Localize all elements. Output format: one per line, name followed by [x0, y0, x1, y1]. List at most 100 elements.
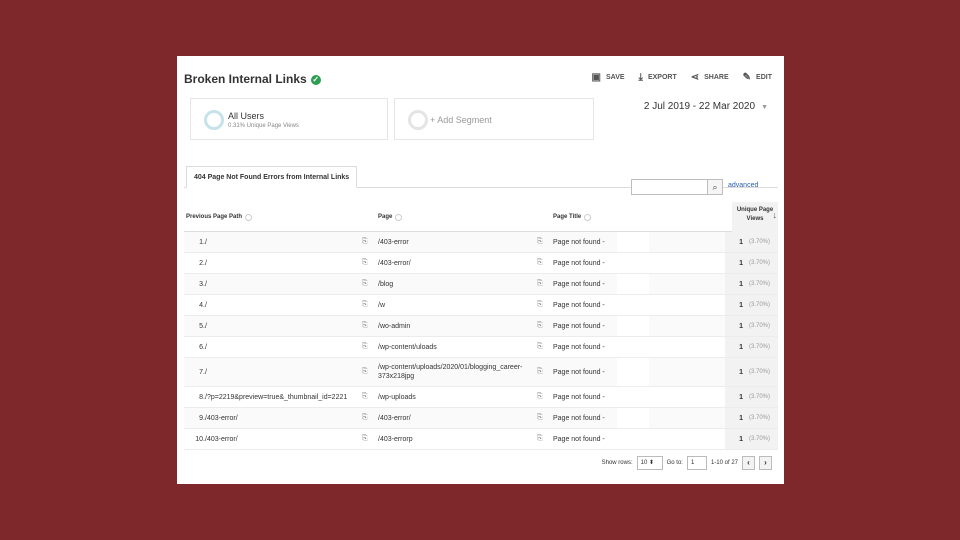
chevron-right-icon: ›	[764, 458, 767, 467]
table-search-input[interactable]	[631, 179, 709, 195]
previous-page-path-link[interactable]: /	[205, 316, 365, 336]
previous-page-path-link[interactable]: /	[205, 274, 365, 294]
previous-page-path-link[interactable]: /	[205, 337, 365, 357]
row-number: 4.	[199, 301, 205, 309]
add-segment-label: + Add Segment	[430, 115, 492, 125]
external-link-icon[interactable]: ⎘	[537, 358, 547, 386]
external-link-icon[interactable]: ⎘	[537, 253, 547, 273]
page-link[interactable]: /wp-content/uploads/2020/01/blogging_car…	[378, 358, 536, 386]
external-link-icon[interactable]: ⎘	[537, 337, 547, 357]
report-title: Broken Internal Links ✓	[184, 72, 321, 86]
external-link-icon[interactable]: ⎘	[362, 295, 372, 315]
external-link-icon[interactable]: ⎘	[362, 253, 372, 273]
external-link-icon[interactable]: ⎘	[362, 337, 372, 357]
external-link-icon[interactable]: ⎘	[362, 232, 372, 252]
add-segment-button[interactable]: + Add Segment	[394, 98, 594, 140]
advanced-filter-link[interactable]: advanced	[728, 182, 758, 189]
next-page-button[interactable]: ›	[759, 456, 772, 470]
views-percent: (3.70%)	[749, 302, 771, 308]
page-link[interactable]: /403-error/	[378, 408, 536, 428]
redacted-block	[617, 358, 649, 386]
page-text: /403-error/	[378, 414, 411, 422]
page-text: /blog	[378, 280, 394, 288]
external-link-icon[interactable]: ⎘	[537, 408, 547, 428]
search-icon[interactable]: ⌕	[707, 179, 723, 195]
page-link[interactable]: /w	[378, 295, 536, 315]
external-link-icon[interactable]: ⎘	[362, 274, 372, 294]
previous-page-path-link[interactable]: /403-error/	[205, 429, 365, 449]
share-icon: ⋖	[690, 72, 700, 83]
views-percent: (3.70%)	[749, 323, 771, 329]
external-link-icon[interactable]: ⎘	[362, 429, 372, 449]
page-link[interactable]: /403-errorp	[378, 429, 536, 449]
goto-input[interactable]: 1	[686, 456, 707, 470]
unique-page-views-cell: 1 (3.70%)	[725, 253, 778, 273]
edit-label: EDIT	[756, 74, 772, 81]
table-row: 6. / ⎘/wp-content/uloads ⎘ Page not found -1…	[184, 337, 778, 358]
col-unique-page-views-label: Unique Page Views	[736, 207, 774, 222]
page-link[interactable]: /wp-content/uloads	[378, 337, 536, 357]
external-link-icon[interactable]: ⎘	[537, 387, 547, 407]
page-link[interactable]: /blog	[378, 274, 536, 294]
table-header: Previous Page Path Page Page Title Uniqu…	[184, 202, 778, 232]
share-label: SHARE	[704, 74, 729, 81]
col-previous-page-path[interactable]: Previous Page Path	[186, 202, 253, 232]
date-range-picker[interactable]: 2 Jul 2019 - 22 Mar 2020 ▼	[644, 101, 768, 112]
prev-page-button[interactable]: ‹	[742, 456, 755, 470]
help-icon[interactable]	[584, 213, 592, 221]
segment-ring-icon	[204, 110, 224, 130]
col-unique-page-views[interactable]: Unique Page Views	[732, 202, 778, 232]
help-icon[interactable]	[395, 213, 403, 221]
page-link[interactable]: /wp-uploads	[378, 387, 536, 407]
table-row: 4. / ⎘/w ⎘ Page not found -1 (3.70%)	[184, 295, 778, 316]
external-link-icon[interactable]: ⎘	[362, 387, 372, 407]
external-link-icon[interactable]: ⎘	[362, 408, 372, 428]
share-button[interactable]: ⋖ SHARE	[691, 72, 729, 83]
page-link[interactable]: /wo-admin	[378, 316, 536, 336]
goto-value: 1	[690, 460, 695, 466]
views-value: 1	[739, 343, 743, 351]
edit-button[interactable]: ✎ EDIT	[743, 72, 772, 83]
external-link-icon[interactable]: ⎘	[537, 429, 547, 449]
views-value: 1	[739, 414, 743, 422]
row-number: 10.	[195, 435, 205, 443]
help-icon[interactable]	[245, 213, 253, 221]
views-value: 1	[739, 301, 743, 309]
previous-page-path-link[interactable]: /	[205, 358, 365, 386]
col-page-title[interactable]: Page Title	[553, 202, 592, 232]
previous-page-path-link[interactable]: /	[205, 253, 365, 273]
tab-404-errors[interactable]: 404 Page Not Found Errors from Internal …	[186, 166, 358, 188]
date-range-text: 2 Jul 2019 - 22 Mar 2020	[643, 101, 756, 112]
report-actions: ▣ SAVE ⤓ EXPORT ⋖ SHARE ✎ EDIT	[592, 72, 772, 83]
views-value: 1	[739, 435, 743, 443]
external-link-icon[interactable]: ⎘	[537, 232, 547, 252]
unique-page-views-cell: 1 (3.70%)	[725, 358, 778, 386]
sort-descending-icon[interactable]: ↓	[773, 210, 778, 220]
save-button[interactable]: ▣ SAVE	[592, 72, 625, 83]
show-rows-select[interactable]: 10 ⬍	[636, 456, 663, 470]
external-link-icon[interactable]: ⎘	[362, 316, 372, 336]
col-page[interactable]: Page	[378, 202, 403, 232]
page-link[interactable]: /403-error	[378, 232, 536, 252]
row-number: 8.	[199, 393, 205, 401]
page-text: /wp-content/uloads	[378, 343, 437, 351]
unique-page-views-cell: 1 (3.70%)	[725, 337, 778, 357]
previous-page-path-link[interactable]: /	[205, 295, 365, 315]
save-icon: ▣	[591, 72, 601, 83]
table-row: 1. / ⎘/403-error ⎘ Page not found -1 (3.70%)	[184, 232, 778, 253]
page-link[interactable]: /403-error/	[378, 253, 536, 273]
col-previous-page-path-label: Previous Page Path	[186, 214, 243, 220]
external-link-icon[interactable]: ⎘	[537, 295, 547, 315]
table-row: 8./?p=2219&preview=true&_thumbnail_id=22…	[184, 387, 778, 408]
external-link-icon[interactable]: ⎘	[537, 274, 547, 294]
export-button[interactable]: ⤓ EXPORT	[639, 72, 677, 83]
segment-all-users[interactable]: All Users 0.31% Unique Page Views	[190, 98, 388, 140]
external-link-icon[interactable]: ⎘	[537, 316, 547, 336]
redacted-block	[617, 387, 649, 407]
col-page-label: Page	[378, 214, 393, 220]
previous-page-path-link[interactable]: /?p=2219&preview=true&_thumbnail_id=2221	[205, 387, 365, 407]
views-value: 1	[739, 238, 743, 246]
external-link-icon[interactable]: ⎘	[362, 358, 372, 386]
previous-page-path-link[interactable]: /403-error/	[205, 408, 365, 428]
previous-page-path-link[interactable]: /	[205, 232, 365, 252]
